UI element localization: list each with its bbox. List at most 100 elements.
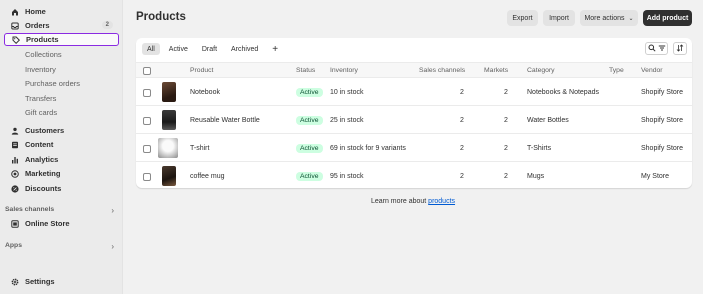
sidebar-item-label: Home <box>25 7 46 16</box>
section-label: Apps <box>5 242 22 249</box>
product-thumbnail[interactable] <box>162 166 176 186</box>
product-name[interactable]: Notebook <box>190 89 220 96</box>
column-header-vendor[interactable]: Vendor <box>641 67 663 74</box>
discount-icon <box>11 184 19 193</box>
sidebar-item-customers[interactable]: Customers <box>4 124 119 137</box>
sidebar-item-label: Products <box>26 35 59 44</box>
product-name[interactable]: coffee mug <box>190 173 225 180</box>
sidebar-item-online-store[interactable]: Online Store <box>4 217 119 230</box>
inventory-cell: 10 in stock <box>330 89 364 96</box>
sidebar-item-orders[interactable]: Orders 2 <box>4 19 119 32</box>
sidebar-item-purchase-orders[interactable]: Purchase orders <box>4 77 119 90</box>
sales-channels-cell: 2 <box>460 145 464 152</box>
column-header-type[interactable]: Type <box>609 67 624 74</box>
status-badge: Active <box>296 144 323 153</box>
import-button[interactable]: Import <box>543 10 575 26</box>
chevron-right-icon[interactable]: › <box>111 242 114 251</box>
product-name[interactable]: T-shirt <box>190 145 209 152</box>
bar-chart-icon <box>11 156 19 164</box>
markets-cell: 2 <box>504 173 508 180</box>
sort-button[interactable] <box>673 42 687 55</box>
target-icon <box>11 169 19 178</box>
sidebar-item-label: Orders <box>25 21 50 30</box>
sidebar-item-discounts[interactable]: Discounts <box>4 182 119 195</box>
row-checkbox[interactable] <box>143 89 151 97</box>
tab-active[interactable]: Active <box>164 43 193 55</box>
status-badge: Active <box>296 88 323 97</box>
tab-archived[interactable]: Archived <box>226 43 263 55</box>
column-header-status[interactable]: Status <box>296 67 315 74</box>
sidebar-item-label: Transfers <box>25 94 57 103</box>
vendor-cell: My Store <box>641 173 670 180</box>
table-header: Product Status Inventory Sales channels … <box>136 62 692 78</box>
add-view-icon[interactable]: + <box>267 43 283 55</box>
status-badge: Active <box>296 172 323 181</box>
sidebar-item-marketing[interactable]: Marketing <box>4 167 119 180</box>
column-header-product[interactable]: Product <box>190 67 213 74</box>
row-checkbox[interactable] <box>143 145 151 153</box>
sidebar-item-transfers[interactable]: Transfers <box>4 92 119 105</box>
category-cell: T-Shirts <box>527 145 552 152</box>
sidebar-item-label: Content <box>25 140 54 149</box>
sales-channels-cell: 2 <box>460 89 464 96</box>
select-all-checkbox[interactable] <box>143 66 151 75</box>
person-icon <box>11 127 19 135</box>
table-row[interactable]: coffee mug Active 95 in stock 2 2 Mugs M… <box>136 163 692 188</box>
inventory-cell: 69 in stock for 9 variants <box>330 145 406 152</box>
inventory-cell: 25 in stock <box>330 117 364 124</box>
row-checkbox[interactable] <box>143 117 151 125</box>
tab-draft[interactable]: Draft <box>197 43 222 55</box>
products-table-card: All Active Draft Archived + Product Stat… <box>136 38 692 188</box>
vendor-cell: Shopify Store <box>641 117 684 124</box>
sidebar-item-inventory[interactable]: Inventory <box>4 63 119 76</box>
search-icon <box>648 44 656 54</box>
column-header-inventory[interactable]: Inventory <box>330 67 358 74</box>
sales-channels-cell: 2 <box>460 117 464 124</box>
vendor-cell: Shopify Store <box>641 89 684 96</box>
sidebar-item-home[interactable]: Home <box>4 5 119 18</box>
product-thumbnail[interactable] <box>162 110 176 130</box>
chevron-right-icon[interactable]: › <box>111 206 114 215</box>
row-checkbox[interactable] <box>143 173 151 181</box>
section-label: Sales channels <box>5 206 55 213</box>
storefront-icon <box>11 219 19 228</box>
sales-channels-section[interactable]: Sales channels <box>5 206 54 213</box>
tab-all[interactable]: All <box>142 43 160 55</box>
sidebar-item-label: Inventory <box>25 65 56 74</box>
home-icon <box>11 8 19 16</box>
search-filter-button[interactable] <box>645 42 668 55</box>
learn-more-text: Learn more about <box>370 198 427 205</box>
apps-section[interactable]: Apps <box>5 242 22 249</box>
sidebar-item-gift-cards[interactable]: Gift cards <box>4 106 119 119</box>
sidebar-item-label: Settings <box>25 277 55 286</box>
chevron-down-icon: ⌄ <box>628 15 634 22</box>
table-row[interactable]: T-shirt Active 69 in stock for 9 variant… <box>136 135 692 162</box>
table-row[interactable]: Reusable Water Bottle Active 25 in stock… <box>136 107 692 134</box>
view-tabs: All Active Draft Archived + <box>142 43 287 55</box>
orders-count-badge: 2 <box>101 21 113 29</box>
column-header-category[interactable]: Category <box>527 67 555 74</box>
product-thumbnail[interactable] <box>158 138 178 158</box>
sidebar: Home Orders 2 Products Collections Inven… <box>0 0 123 294</box>
more-actions-button[interactable]: More actions ⌄ <box>580 10 638 26</box>
column-header-markets[interactable]: Markets <box>484 67 508 74</box>
learn-more-link[interactable]: products <box>428 198 455 205</box>
sidebar-item-settings[interactable]: Settings <box>4 275 119 288</box>
table-row[interactable]: Notebook Active 10 in stock 2 2 Notebook… <box>136 79 692 106</box>
add-product-button[interactable]: Add product <box>643 10 692 26</box>
product-thumbnail[interactable] <box>162 82 176 102</box>
export-button[interactable]: Export <box>507 10 538 26</box>
sidebar-item-label: Online Store <box>25 219 70 228</box>
sidebar-item-label: Customers <box>25 126 65 135</box>
product-name[interactable]: Reusable Water Bottle <box>190 117 260 124</box>
sidebar-item-collections[interactable]: Collections <box>4 48 119 61</box>
status-badge: Active <box>296 116 323 125</box>
sidebar-item-products[interactable]: Products <box>4 33 119 46</box>
column-header-sales-channels[interactable]: Sales channels <box>419 67 465 74</box>
sidebar-item-label: Marketing <box>25 169 61 178</box>
sidebar-item-content[interactable]: Content <box>4 138 119 151</box>
markets-cell: 2 <box>504 117 508 124</box>
more-actions-label: More actions <box>584 14 625 22</box>
category-cell: Water Bottles <box>527 117 569 124</box>
sidebar-item-analytics[interactable]: Analytics <box>4 153 119 166</box>
